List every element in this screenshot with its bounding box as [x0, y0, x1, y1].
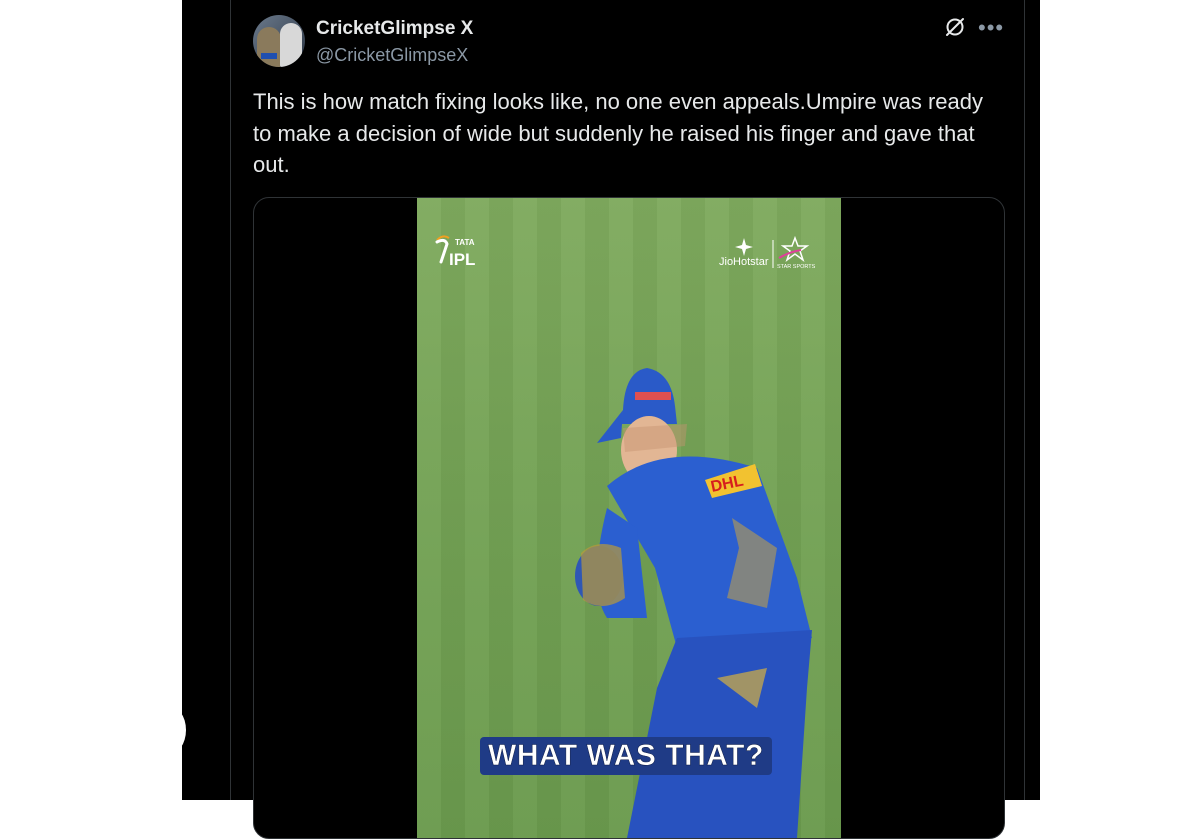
panel-right-border — [1024, 0, 1025, 800]
grok-icon[interactable] — [944, 16, 966, 38]
ipl-logo: TATA IPL — [435, 235, 475, 269]
broadcaster-name: JioHotstar — [719, 256, 769, 268]
more-icon[interactable]: ••• — [978, 17, 1003, 39]
panel-left-border — [230, 0, 231, 800]
broadcaster-logo: JioHotstar STAR SPORTS — [719, 236, 816, 270]
tweet-text: This is how match fixing looks like, no … — [253, 89, 984, 177]
broadcaster-partner: STAR SPORTS — [777, 264, 816, 270]
ipl-logo-main: IPL — [449, 250, 475, 269]
ipl-logo-top: TATA — [455, 238, 475, 247]
author-handle[interactable]: @CricketGlimpseX — [316, 45, 468, 66]
media-container[interactable]: TATA IPL JioHotstar STAR SPORTS DHL WHAT… — [253, 197, 1005, 839]
video-frame[interactable]: TATA IPL JioHotstar STAR SPORTS DHL WHAT… — [417, 198, 841, 838]
video-caption: WHAT WAS THAT? — [480, 737, 772, 775]
avatar[interactable] — [253, 15, 305, 67]
partial-overlay-element — [150, 705, 186, 755]
author-name[interactable]: CricketGlimpse X — [316, 18, 473, 40]
